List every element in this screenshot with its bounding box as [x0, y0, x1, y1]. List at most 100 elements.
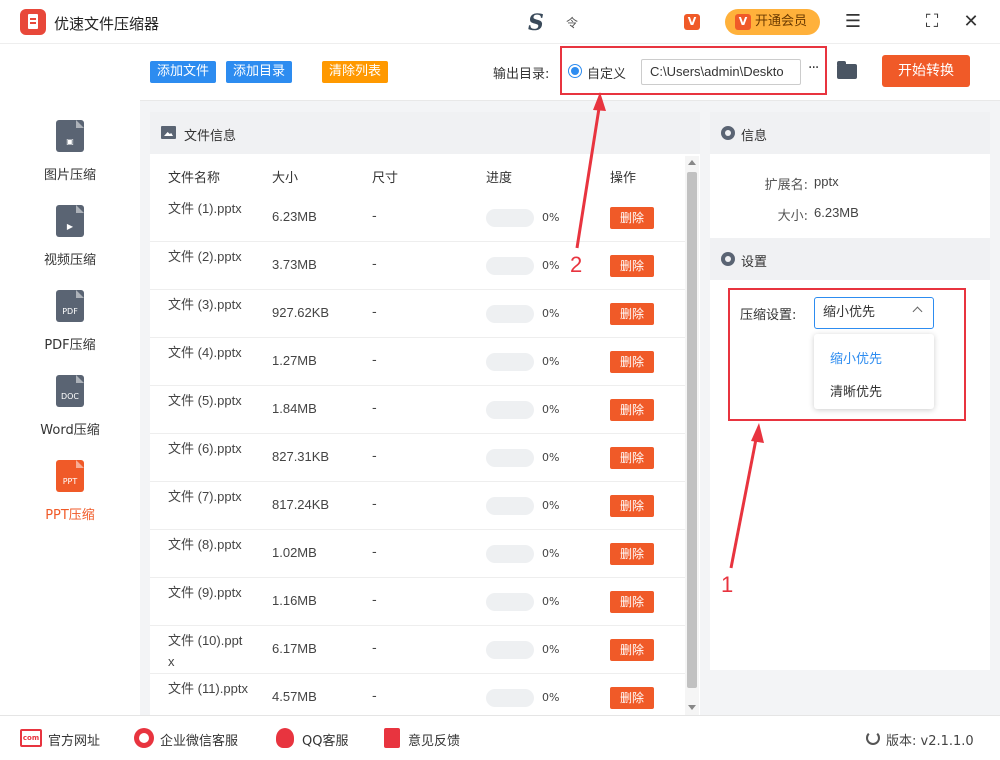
table-row[interactable]: 文件 (2).pptx 3.73MB - 0% 删除 [150, 242, 685, 290]
delete-button[interactable]: 删除 [610, 303, 654, 325]
clear-list-button[interactable]: 清除列表 [322, 61, 389, 83]
output-dir-label: 输出目录: [493, 67, 550, 82]
delete-button[interactable]: 删除 [610, 351, 654, 373]
menu-icon[interactable]: ☰ [839, 8, 867, 36]
vip-icon[interactable]: V [684, 14, 700, 30]
file-dimension: - [372, 257, 377, 272]
refresh-icon[interactable] [866, 731, 880, 745]
feedback-link[interactable]: 意见反馈 [408, 730, 460, 749]
sidebar-item-pdf[interactable]: PDF PDF压缩 [0, 290, 140, 370]
file-size: 4.57MB [272, 689, 317, 704]
progress-text: 0% [542, 691, 560, 704]
file-dimension: - [372, 545, 377, 560]
table-row[interactable]: 文件 (7).pptx 817.24KB - 0% 删除 [150, 482, 685, 530]
file-name: 文件 (8).pptx [168, 537, 242, 552]
gear-icon [721, 252, 735, 266]
progress-bar [486, 257, 534, 275]
qq-service-link[interactable]: QQ客服 [302, 730, 348, 749]
scroll-up-icon[interactable] [688, 160, 696, 165]
settings-header: 设置 [710, 238, 990, 280]
scroll-thumb[interactable] [687, 172, 697, 688]
wechat-service-link[interactable]: 企业微信客服 [160, 730, 238, 749]
vip-button-label: 开通会员 [755, 14, 808, 29]
ext-label: 扩展名: [764, 178, 808, 193]
sidebar-item-label: Word压缩 [40, 423, 100, 438]
file-name: 文件 (2).pptx [168, 249, 242, 264]
progress-bar [486, 305, 534, 323]
table-row[interactable]: 文件 (1).pptx 6.23MB - 0% 删除 [150, 194, 685, 242]
scroll-down-icon[interactable] [688, 705, 696, 710]
file-name: 文件 (1).pptx [168, 201, 242, 216]
table-row[interactable]: 文件 (3).pptx 927.62KB - 0% 删除 [150, 290, 685, 338]
file-name: 文件 (7).pptx [168, 489, 242, 504]
scrollbar[interactable] [685, 156, 699, 715]
settings-title: 设置 [741, 255, 768, 270]
progress-text: 0% [542, 211, 560, 224]
file-size: 1.02MB [272, 545, 317, 560]
app-logo-icon [20, 9, 46, 35]
brand-sub-text: 令 [566, 16, 579, 30]
table-row[interactable]: 文件 (8).pptx 1.02MB - 0% 删除 [150, 530, 685, 578]
file-size: 1.84MB [272, 401, 317, 416]
pdf-file-icon: PDF [56, 290, 84, 322]
info-title: 信息 [741, 129, 768, 144]
progress-bar [486, 641, 534, 659]
website-link[interactable]: 官方网址 [48, 730, 100, 749]
file-size: 827.31KB [272, 449, 330, 464]
file-size: 1.27MB [272, 353, 317, 368]
wechat-icon[interactable] [134, 728, 154, 748]
start-convert-button[interactable]: 开始转换 [882, 55, 970, 87]
close-icon[interactable]: ✕ [957, 8, 985, 36]
delete-button[interactable]: 删除 [610, 207, 654, 229]
doc-file-icon: DOC [56, 375, 84, 407]
delete-button[interactable]: 删除 [610, 399, 654, 421]
file-name: 文件 (11).pptx [168, 681, 248, 696]
app-title: 优速文件压缩器 [54, 15, 160, 33]
delete-button[interactable]: 删除 [610, 591, 654, 613]
table-row[interactable]: 文件 (5).pptx 1.84MB - 0% 删除 [150, 386, 685, 434]
progress-text: 0% [542, 451, 560, 464]
delete-button[interactable]: 删除 [610, 687, 654, 709]
add-folder-button[interactable]: 添加目录 [226, 61, 293, 83]
sidebar-item-word[interactable]: DOC Word压缩 [0, 375, 140, 455]
table-row[interactable]: 文件 (10).pptx 6.17MB - 0% 删除 [150, 626, 685, 674]
progress-bar [486, 545, 534, 563]
file-dimension: - [372, 353, 377, 368]
sidebar-item-ppt[interactable]: PPT PPT压缩 [0, 460, 140, 540]
file-dimension: - [372, 305, 377, 320]
image-file-icon: ▣ [56, 120, 84, 152]
file-dimension: - [372, 689, 377, 704]
sidebar-item-label: PDF压缩 [44, 338, 96, 353]
vip-button[interactable]: V 开通会员 [725, 9, 820, 35]
delete-button[interactable]: 删除 [610, 255, 654, 277]
col-dim: 尺寸 [372, 171, 399, 186]
feedback-icon[interactable] [384, 728, 400, 748]
file-name: 文件 (4).pptx [168, 345, 242, 360]
file-dimension: - [372, 641, 377, 656]
table-row[interactable]: 文件 (4).pptx 1.27MB - 0% 删除 [150, 338, 685, 386]
col-size: 大小 [272, 171, 299, 186]
delete-button[interactable]: 删除 [610, 639, 654, 661]
file-size: 927.62KB [272, 305, 330, 320]
qq-icon[interactable] [276, 728, 294, 748]
file-dimension: - [372, 497, 377, 512]
progress-text: 0% [542, 355, 560, 368]
sidebar-item-video[interactable]: ▶ 视频压缩 [0, 205, 140, 285]
ext-value: pptx [814, 174, 839, 189]
progress-text: 0% [542, 259, 560, 272]
sidebar-item-image[interactable]: ▣ 图片压缩 [0, 120, 140, 200]
file-panel-title: 文件信息 [184, 129, 237, 144]
file-name: 文件 (5).pptx [168, 393, 242, 408]
file-size: 817.24KB [272, 497, 330, 512]
maximize-icon[interactable]: ⛶ [918, 8, 946, 36]
delete-button[interactable]: 删除 [610, 543, 654, 565]
progress-bar [486, 449, 534, 467]
delete-button[interactable]: 删除 [610, 447, 654, 469]
file-dimension: - [372, 209, 377, 224]
table-row[interactable]: 文件 (6).pptx 827.31KB - 0% 删除 [150, 434, 685, 482]
website-icon[interactable]: com [20, 729, 42, 747]
delete-button[interactable]: 删除 [610, 495, 654, 517]
add-file-button[interactable]: 添加文件 [150, 61, 217, 83]
folder-icon[interactable] [837, 61, 857, 79]
table-row[interactable]: 文件 (9).pptx 1.16MB - 0% 删除 [150, 578, 685, 626]
